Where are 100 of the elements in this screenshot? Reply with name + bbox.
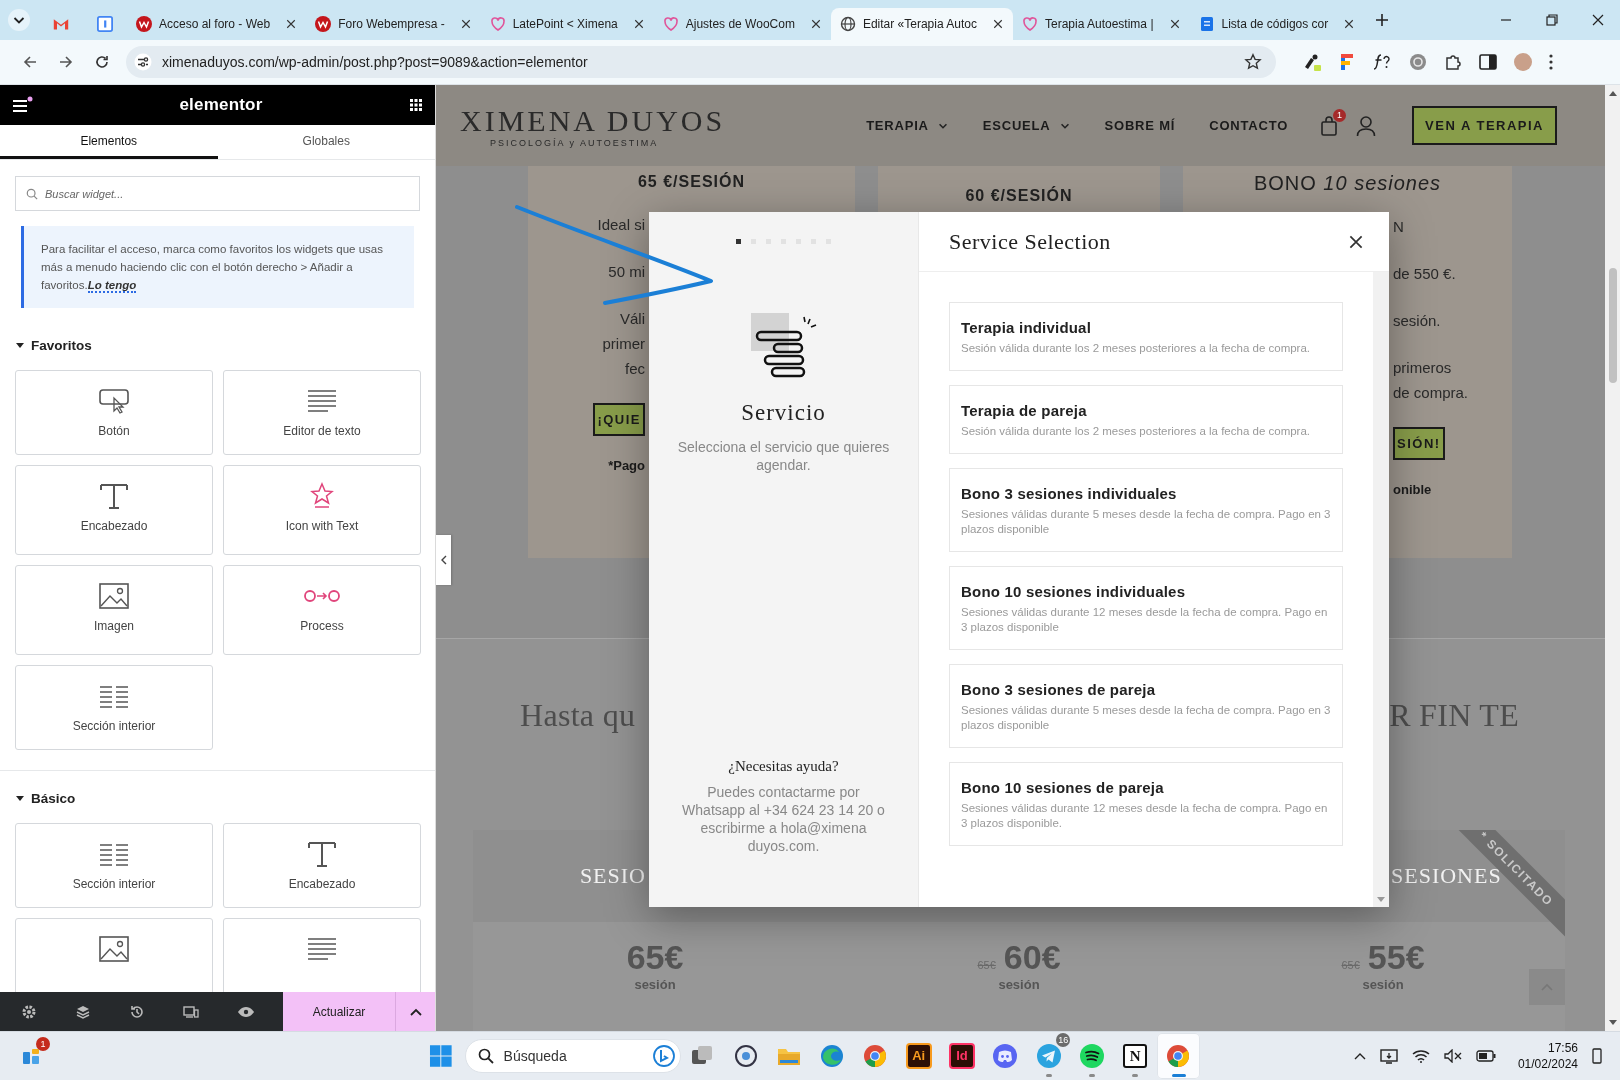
scrollbar-thumb[interactable] xyxy=(1608,268,1617,383)
step-description: Selecciona el servicio que quieres agendar. xyxy=(676,438,891,474)
logo-wordmark: XIMENA DUYOS xyxy=(460,103,726,138)
running-indicator xyxy=(1089,1074,1096,1077)
close-icon[interactable] xyxy=(1343,18,1356,30)
forward-icon[interactable] xyxy=(58,54,74,70)
widget-card[interactable]: Sección interior xyxy=(15,665,213,750)
history-icon[interactable] xyxy=(129,1003,145,1020)
wifi-icon[interactable] xyxy=(1411,1049,1430,1063)
widget-card[interactable]: Process xyxy=(223,565,421,655)
service-option[interactable]: Bono 3 sesiones de pareja Sesiones válidas durante 5 meses desde la fecha de compra. Pago en 3 plazos disponible xyxy=(949,664,1343,748)
app-icon xyxy=(819,1043,846,1069)
category-header[interactable]: Favoritos xyxy=(15,332,420,358)
chevron-up-icon[interactable] xyxy=(1353,1052,1366,1060)
pen-extension-icon[interactable] xyxy=(1302,52,1322,72)
scrollbar[interactable] xyxy=(1373,272,1389,907)
browser-tab[interactable]: Foro Webempresa - xyxy=(306,8,481,40)
cta-button[interactable]: VEN A TERAPIA xyxy=(1412,106,1557,145)
tab-list-icon[interactable] xyxy=(7,8,31,32)
collapse-handle[interactable] xyxy=(436,535,451,585)
service-option[interactable]: Bono 10 sesiones individuales Sesiones válidas durante 12 meses desde la fecha de compra. Pago en 3 plazos disponible xyxy=(949,566,1343,650)
close-icon[interactable] xyxy=(632,18,645,30)
record-icon[interactable] xyxy=(1409,53,1427,71)
update-button[interactable]: Actualizar xyxy=(283,992,395,1031)
taskbar-button[interactable]: Id xyxy=(940,1033,984,1079)
category-header[interactable]: Básico xyxy=(15,785,420,811)
side-panel-icon[interactable] xyxy=(1479,54,1497,70)
panel-tab[interactable]: Elementos xyxy=(0,125,218,159)
widget-card[interactable]: Imagen xyxy=(15,565,213,655)
notification-icon[interactable] xyxy=(1592,1048,1602,1064)
close-icon[interactable] xyxy=(992,18,1004,30)
nav-link[interactable]: CONTACTO xyxy=(1209,118,1289,133)
nav-link[interactable]: SOBRE MÍ xyxy=(1104,118,1176,133)
reload-icon[interactable] xyxy=(94,54,110,70)
speaker-muted-icon[interactable] xyxy=(1443,1049,1462,1063)
price-unit: sesión xyxy=(1362,977,1404,992)
battery-icon[interactable] xyxy=(1475,1050,1496,1062)
close-icon[interactable] xyxy=(285,18,298,30)
service-option[interactable]: Terapia individual Sesión válida durante los 2 meses posteriores a la fecha de compra. xyxy=(949,302,1343,371)
clock-button[interactable]: 17:56 01/02/2024 xyxy=(1517,1040,1578,1072)
scroll-down-arrow-icon[interactable] xyxy=(1608,1020,1617,1026)
widget-card[interactable]: Icon with Text xyxy=(223,465,421,555)
nav-link[interactable]: ESCUELA xyxy=(982,118,1071,133)
service-description: Sesiones válidas durante 5 meses desde la fecha de compra. Pago en 3 plazos disponible xyxy=(961,507,1332,537)
search-field[interactable]: Buscar widget... xyxy=(15,176,420,211)
service-option[interactable]: Bono 3 sesiones individuales Sesiones válidas durante 5 meses desde la fecha de compra. Pago en 3 plazos disponible xyxy=(949,468,1343,552)
site-settings-icon[interactable] xyxy=(134,53,152,71)
book-button[interactable]: ¡QUIE xyxy=(593,403,645,436)
browser-tab[interactable]: Lista de códigos cor xyxy=(1189,8,1365,40)
browser-tab[interactable]: LatePoint < Ximena xyxy=(480,8,654,40)
nav-link[interactable]: TERAPIA xyxy=(866,118,949,133)
star-icon[interactable] xyxy=(1244,53,1262,71)
new-tab-icon[interactable] xyxy=(1374,12,1391,28)
layers-icon[interactable] xyxy=(75,1003,91,1020)
responsive-icon[interactable] xyxy=(183,1003,199,1020)
back-icon[interactable] xyxy=(22,54,38,70)
browser-tab[interactable]: Editar «Terapia Autoc xyxy=(830,8,1013,40)
f-logo-icon[interactable] xyxy=(1339,53,1355,71)
taskbar-search[interactable]: Búsqueda xyxy=(464,1039,681,1073)
restore-icon[interactable] xyxy=(1546,14,1558,26)
display-icon[interactable] xyxy=(1379,1048,1398,1064)
close-icon[interactable] xyxy=(1592,14,1604,26)
book-button[interactable]: SIÓN! xyxy=(1393,427,1445,460)
windows-start-icon[interactable] xyxy=(429,1044,453,1068)
browser-tab[interactable]: Terapia Autoestima | xyxy=(1013,8,1190,40)
close-icon[interactable] xyxy=(459,18,472,30)
scrollbar[interactable] xyxy=(1605,85,1620,1031)
apps-grid-icon[interactable] xyxy=(409,98,423,112)
widget-card[interactable]: Sección interior xyxy=(15,823,213,908)
service-name: Bono 3 sesiones de pareja xyxy=(961,681,1157,698)
service-option[interactable]: Bono 10 sesiones de pareja Sesiones válidas durante 12 meses desde la fecha de compra. Pago en 3 plazos disponible. xyxy=(949,762,1343,846)
browser-tab[interactable]: Acceso al foro - Web xyxy=(127,8,307,40)
function-icon[interactable] xyxy=(1372,53,1392,71)
running-indicator xyxy=(1132,1074,1139,1077)
widgets-button[interactable]: 1 xyxy=(12,1037,50,1075)
taskbar-button[interactable]: 16 xyxy=(1026,1033,1071,1079)
step-title: Servicio xyxy=(741,400,826,426)
close-icon[interactable] xyxy=(1168,18,1181,30)
settings-icon[interactable] xyxy=(21,1003,37,1020)
service-option[interactable]: Terapia de pareja Sesión válida durante los 2 meses posteriores a la fecha de compra. xyxy=(949,385,1343,454)
widget-card[interactable]: Botón xyxy=(15,370,213,455)
menu-icon[interactable] xyxy=(1549,54,1553,70)
widget-card[interactable]: Editor de texto xyxy=(223,370,421,455)
dismiss-link[interactable]: Lo tengo xyxy=(87,279,137,293)
feature-text: fec xyxy=(625,359,645,379)
scroll-up-arrow-icon[interactable] xyxy=(1608,90,1617,96)
puzzle-icon[interactable] xyxy=(1444,53,1462,71)
eye-icon[interactable] xyxy=(237,1005,255,1018)
address-bar[interactable]: ximenaduyos.com/wp-admin/post.php?post=9089&action=elementor xyxy=(126,46,1276,78)
shopping-bag-icon[interactable] xyxy=(1320,114,1339,137)
taskbar-button[interactable]: N xyxy=(1113,1033,1157,1079)
panel-tab[interactable]: Globales xyxy=(217,125,435,159)
feature-text: Váli xyxy=(620,309,645,329)
close-icon[interactable] xyxy=(809,18,822,30)
user-icon[interactable] xyxy=(1356,114,1377,137)
menu-icon[interactable] xyxy=(11,96,33,114)
widget-card[interactable]: Encabezado xyxy=(223,823,421,908)
widget-card[interactable]: Encabezado xyxy=(15,465,213,555)
taskbar-button[interactable]: Ai xyxy=(897,1033,941,1079)
browser-tab[interactable]: Ajustes de WooCom xyxy=(653,8,831,40)
